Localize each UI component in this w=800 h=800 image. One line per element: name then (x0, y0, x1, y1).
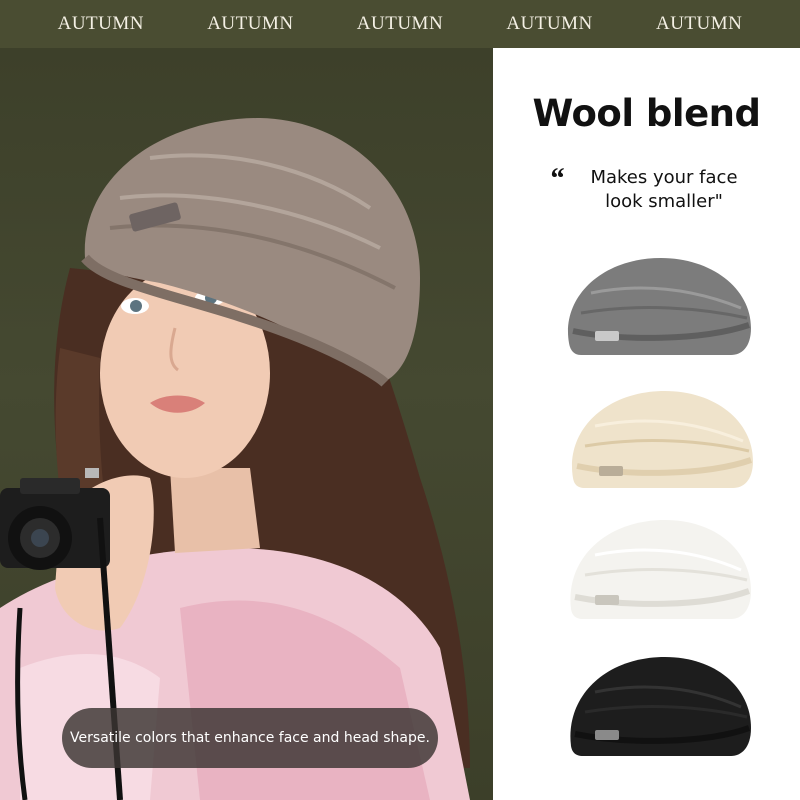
black-beret-swatch[interactable] (565, 652, 755, 758)
headline: Wool blend (532, 92, 761, 135)
caption-pill: Versatile colors that enhance face and h… (62, 708, 438, 768)
model-photo: Versatile colors that enhance face and h… (0, 48, 493, 800)
banner-word: AUTUMN (506, 13, 593, 34)
banner-word: AUTUMN (356, 13, 444, 34)
banner-word: AUTUMN (655, 13, 743, 34)
gray-beret-swatch[interactable] (561, 253, 757, 357)
caption-text: Versatile colors that enhance face and h… (70, 730, 430, 746)
white-beret-swatch[interactable] (565, 515, 755, 621)
banner-word: AUTUMN (57, 13, 144, 34)
banner-word: AUTUMN (207, 13, 294, 34)
model-illustration (0, 118, 471, 800)
top-banner: AUTUMN AUTUMN AUTUMN AUTUMN AUTUMN (0, 0, 800, 48)
tagline: Makes your face look smaller" (590, 167, 738, 212)
quote-mark: “ (549, 162, 566, 195)
product-info-panel: Wool blend “ Makes your face look smalle… (493, 48, 800, 800)
cream-beret-swatch[interactable] (565, 386, 759, 490)
